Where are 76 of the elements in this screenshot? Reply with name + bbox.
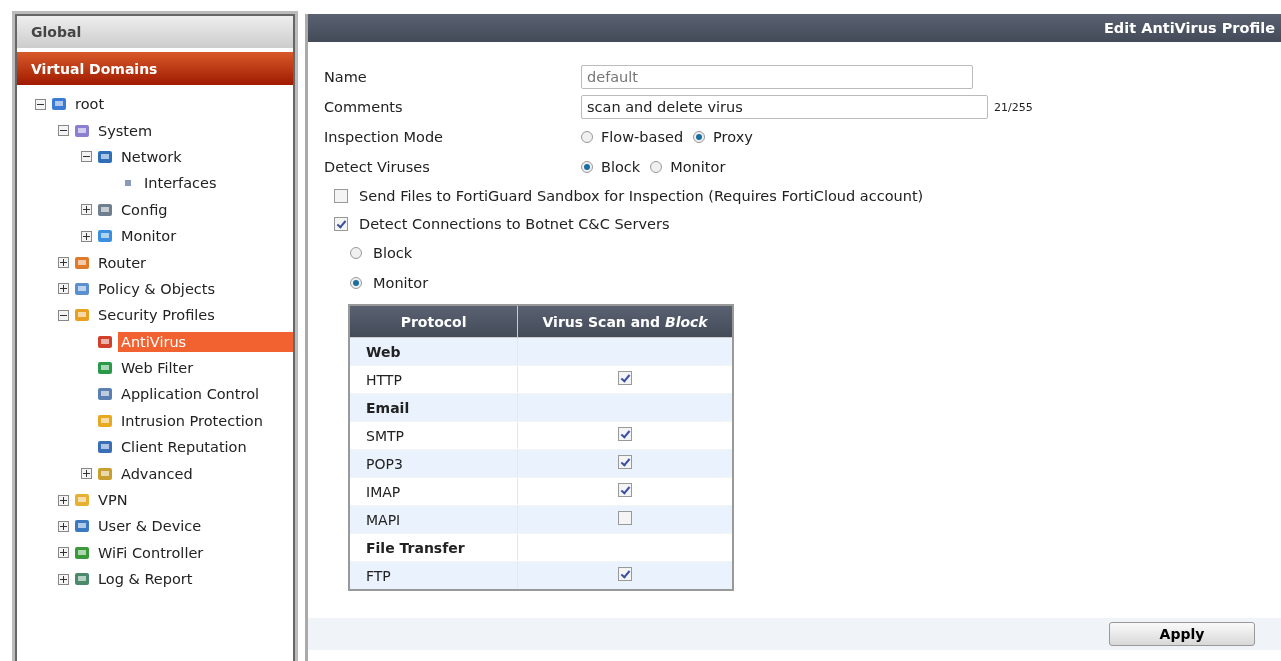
expand-toggle[interactable] [58,573,69,585]
expand-toggle[interactable] [58,494,69,506]
tree-item[interactable]: Web Filter [118,358,197,379]
radio-label: Flow-based [601,129,684,145]
checkbox[interactable] [618,427,633,441]
checkbox[interactable] [618,371,633,385]
radio-button[interactable] [350,247,362,259]
checkbox[interactable] [334,217,348,231]
table-cell: IMAP [349,477,518,506]
square-icon [125,180,131,187]
checkbox[interactable] [334,189,348,203]
tree-item[interactable]: VPN [95,490,131,511]
expand-toggle[interactable] [81,151,92,163]
field-label: Name [324,69,368,85]
tree-item[interactable]: Network [118,146,185,167]
tree-item[interactable]: Interfaces [141,173,220,194]
expand-toggle[interactable] [58,309,69,321]
comments-field[interactable]: scan and delete virus [581,95,988,119]
table-cell: Email [349,393,518,422]
table-cell: Web [349,337,518,366]
column-header: Protocol [349,305,518,338]
radio-button[interactable] [350,277,362,289]
field-label: Comments [324,99,404,115]
character-counter: 21/255 [994,100,1033,114]
radio-label: Proxy [713,129,753,145]
table-cell: MAPI [349,505,518,534]
table-cell: File Transfer [349,533,518,562]
radio-label: Block [373,245,413,261]
expand-toggle[interactable] [81,468,92,480]
checkbox[interactable] [618,567,633,581]
checkbox[interactable] [618,511,633,525]
apply-button[interactable]: Apply [1109,622,1255,646]
radio-button[interactable] [581,131,593,143]
checkbox-label: Detect Connections to Botnet C&C Servers [359,216,670,232]
expand-toggle[interactable] [58,257,69,269]
checkbox[interactable] [618,483,633,497]
expand-toggle[interactable] [81,204,92,216]
tree-item[interactable]: Router [95,252,150,273]
expand-toggle[interactable] [35,98,46,110]
table-cell: POP3 [349,449,518,478]
field-label: Detect Viruses [324,159,431,175]
tree-item[interactable]: Client Reputation [118,437,250,458]
tree-item[interactable]: Monitor [118,226,180,247]
expand-toggle[interactable] [81,230,92,242]
tree-item[interactable]: System [95,120,156,141]
tree-item[interactable]: Advanced [118,463,196,484]
tree-item[interactable]: Policy & Objects [95,278,218,299]
column-header: Virus Scan and Block [517,305,733,338]
table-cell: SMTP [349,421,518,450]
panel-title: Edit AntiVirus Profile [1103,20,1275,36]
radio-label: Monitor [373,275,429,291]
tree-item[interactable]: Application Control [118,384,263,405]
table-cell: HTTP [349,365,518,394]
tree-item[interactable]: root [72,94,108,115]
tree-item[interactable]: Intrusion Protection [118,410,266,431]
name-field[interactable]: default [581,65,973,89]
expand-toggle[interactable] [58,283,69,295]
expand-toggle[interactable] [58,125,69,137]
tree-item[interactable]: Config [118,199,171,220]
checkbox-label: Send Files to FortiGuard Sandbox for Inspection (Requires FortiCloud account) [359,188,924,204]
sidebar-tab[interactable]: Virtual Domains [17,52,293,85]
sidebar-tab[interactable]: Global [17,16,293,48]
checkbox[interactable] [618,455,633,469]
radio-button[interactable] [693,131,706,143]
radio-label: Block [601,159,641,175]
field-label: Inspection Mode [324,129,444,145]
radio-label: Monitor [670,159,726,175]
tree-item[interactable]: WiFi Controller [95,542,207,563]
tree-item[interactable]: Security Profiles [95,305,218,326]
expand-toggle[interactable] [58,520,69,532]
table-cell: FTP [349,561,518,590]
expand-toggle[interactable] [58,547,69,559]
radio-button[interactable] [581,161,593,173]
radio-button[interactable] [650,161,663,173]
tree-item[interactable]: User & Device [95,516,205,537]
tree-item[interactable]: Log & Report [95,569,196,590]
